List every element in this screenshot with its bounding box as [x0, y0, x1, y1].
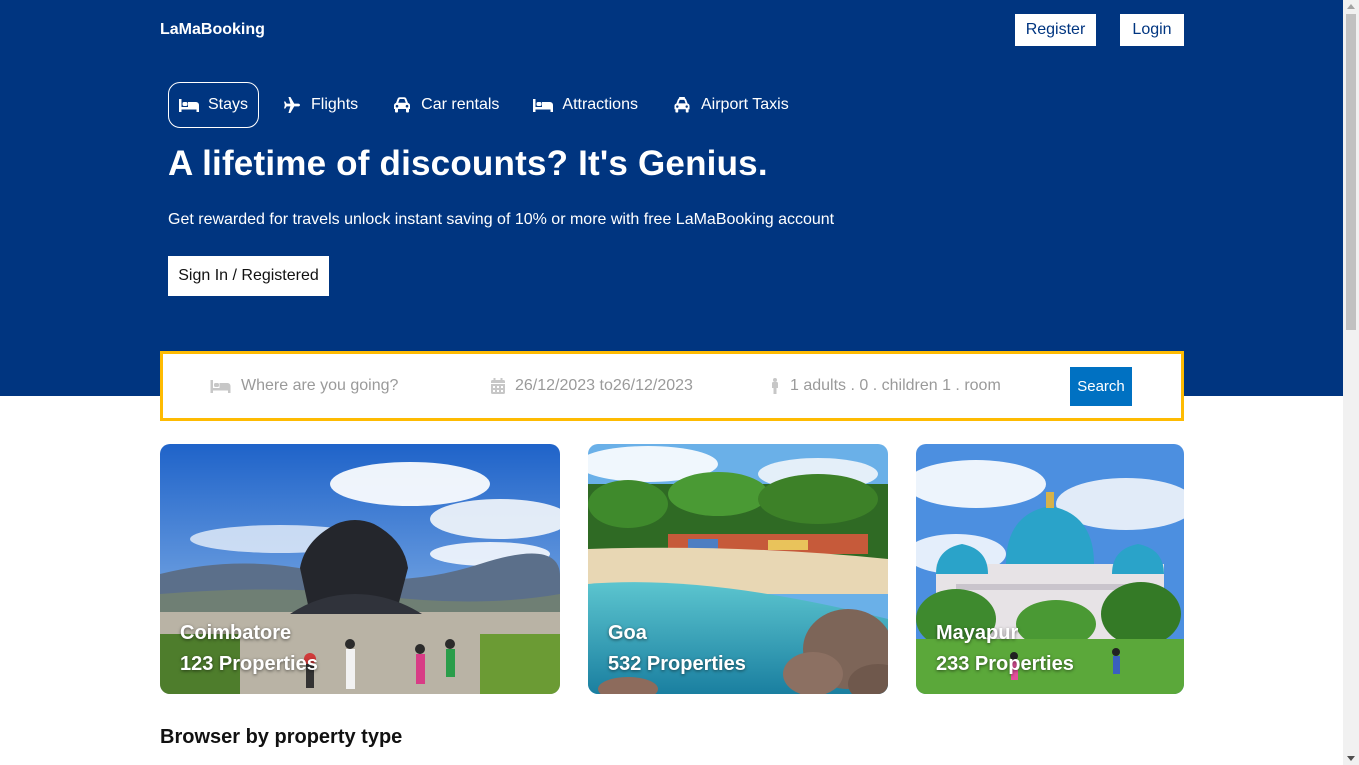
- search-button[interactable]: Search: [1070, 367, 1132, 406]
- tab-label: Car rentals: [421, 96, 500, 113]
- bed-icon: [210, 378, 231, 394]
- sign-in-button[interactable]: Sign In / Registered: [168, 256, 329, 296]
- card-caption: Goa 532 Properties: [608, 618, 746, 680]
- guests-field[interactable]: 1 adults . 0 . children 1 . room: [770, 354, 1001, 418]
- tab-car-rentals[interactable]: Car rentals: [381, 82, 510, 128]
- city-name: Mayapur: [936, 622, 1019, 644]
- logo[interactable]: LaMaBooking: [160, 21, 265, 39]
- property-count: 233 Properties: [936, 653, 1074, 675]
- tab-airport-taxis[interactable]: Airport Taxis: [661, 82, 800, 128]
- login-button[interactable]: Login: [1120, 14, 1184, 46]
- section-title: Browser by property type: [160, 726, 403, 748]
- destination-input[interactable]: [241, 377, 461, 395]
- tab-attractions[interactable]: Attractions: [522, 82, 649, 128]
- featured-card-goa[interactable]: Goa 532 Properties: [588, 444, 888, 694]
- tab-label: Stays: [208, 96, 249, 113]
- header: LaMaBooking Register Login Stays Flights…: [0, 0, 1343, 396]
- card-caption: Mayapur 233 Properties: [936, 618, 1074, 680]
- guests-text: 1 adults . 0 . children 1 . room: [790, 377, 1001, 394]
- register-button[interactable]: Register: [1015, 14, 1096, 46]
- tab-stays[interactable]: Stays: [168, 82, 260, 128]
- search-bar: 26/12/2023 to26/12/2023 1 adults . 0 . c…: [160, 351, 1184, 421]
- card-caption: Coimbatore 123 Properties: [180, 618, 318, 680]
- date-field[interactable]: 26/12/2023 to26/12/2023: [491, 354, 693, 418]
- date-range-text: 26/12/2023 to26/12/2023: [515, 377, 693, 394]
- property-count: 123 Properties: [180, 653, 318, 675]
- tab-label: Flights: [311, 96, 359, 113]
- person-icon: [770, 378, 780, 394]
- featured-card-coimbatore[interactable]: Coimbatore 123 Properties: [160, 444, 560, 694]
- tab-label: Airport Taxis: [700, 96, 789, 113]
- bed-icon: [533, 97, 554, 113]
- city-name: Goa: [608, 622, 647, 644]
- city-name: Coimbatore: [180, 622, 292, 644]
- calendar-icon: [491, 378, 505, 394]
- bed-icon: [179, 97, 199, 113]
- hero-title: A lifetime of discounts? It's Genius.: [168, 144, 768, 183]
- tab-label: Attractions: [562, 96, 638, 113]
- scroll-thumb[interactable]: [1346, 14, 1356, 330]
- page-scrollbar[interactable]: [1343, 0, 1359, 765]
- hero-description: Get rewarded for travels unlock instant …: [168, 211, 835, 228]
- car-icon: [392, 97, 412, 113]
- featured-card-mayapur[interactable]: Mayapur 233 Properties: [916, 444, 1184, 694]
- scroll-down-icon[interactable]: [1347, 756, 1355, 761]
- category-tabs: Stays Flights Car rentals Attractions Ai…: [168, 82, 812, 128]
- scroll-up-icon[interactable]: [1347, 4, 1355, 9]
- plane-icon: [282, 97, 302, 113]
- tab-flights[interactable]: Flights: [271, 82, 369, 128]
- property-count: 532 Properties: [608, 653, 746, 675]
- taxi-icon: [672, 97, 692, 113]
- destination-field[interactable]: [210, 354, 461, 418]
